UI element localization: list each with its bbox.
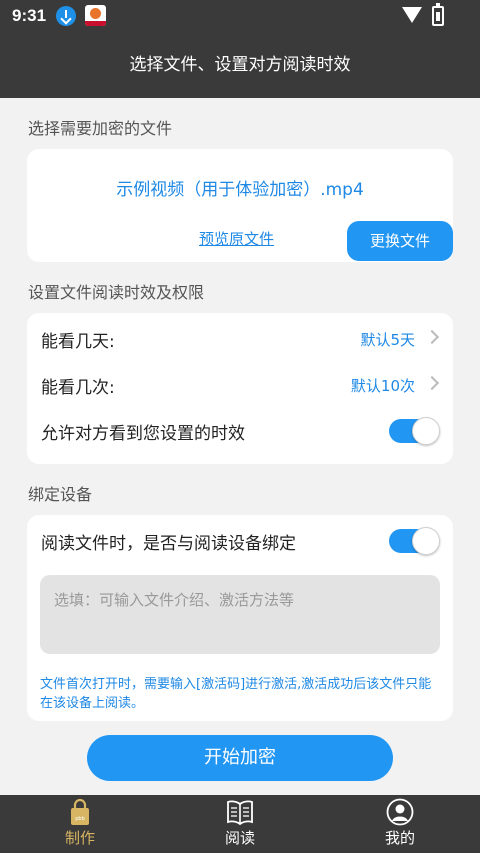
days-label: 能看几天: — [41, 332, 115, 352]
app-notification-icon — [85, 5, 106, 26]
change-file-button[interactable]: 更换文件 — [347, 221, 453, 261]
wifi-icon — [402, 7, 422, 23]
tab-mine[interactable]: 我的 — [350, 795, 450, 853]
times-label: 能看几次: — [41, 378, 115, 398]
bind-device-toggle[interactable] — [389, 527, 440, 555]
book-icon — [227, 800, 253, 826]
times-value: 默认10次 — [350, 377, 415, 395]
page-title: 选择文件、设置对方阅读时效 — [0, 32, 480, 98]
file-name: 示例视频（用于体验加密）.mp4 — [116, 180, 364, 200]
status-time: 9:31 — [12, 6, 47, 25]
status-bar: 9:31 — [0, 0, 480, 32]
limits-section-label: 设置文件阅读时效及权限 — [28, 283, 205, 302]
device-section-label: 绑定设备 — [28, 485, 93, 504]
toggle-knob — [412, 527, 440, 555]
allow-view-label: 允许对方看到您设置的时效 — [41, 424, 245, 444]
file-card: 示例视频（用于体验加密）.mp4 预览原文件 更换文件 — [27, 149, 453, 262]
bottom-nav: pbb 制作 阅读 我的 — [0, 795, 480, 853]
allow-view-toggle[interactable] — [389, 417, 440, 445]
start-encrypt-button[interactable]: 开始加密 — [87, 735, 393, 781]
file-section-label: 选择需要加密的文件 — [28, 119, 173, 138]
days-value: 默认5天 — [360, 331, 415, 349]
preview-file-link[interactable]: 预览原文件 — [199, 228, 274, 249]
svg-text:pbb: pbb — [75, 816, 85, 822]
tab-mine-label: 我的 — [384, 829, 415, 847]
lock-bag-icon: pbb — [71, 798, 89, 825]
tab-read[interactable]: 阅读 — [190, 795, 290, 853]
limits-card: 能看几天: 默认5天 能看几次: 默认10次 允许对方看到您设置的时效 — [27, 313, 453, 464]
download-icon — [56, 6, 76, 26]
note-input[interactable] — [40, 575, 440, 654]
days-row[interactable]: 能看几天: 默认5天 — [27, 315, 453, 361]
chevron-right-icon — [424, 375, 440, 391]
bind-device-label: 阅读文件时，是否与阅读设备绑定 — [41, 534, 296, 554]
times-row[interactable]: 能看几次: 默认10次 — [27, 361, 453, 407]
tab-make-label: 制作 — [64, 829, 95, 847]
tab-read-label: 阅读 — [224, 829, 255, 847]
activation-hint: 文件首次打开时，需要输入[激活码]进行激活,激活成功后该文件只能在该设备上阅读。 — [40, 677, 432, 711]
toggle-knob — [412, 417, 440, 445]
chevron-right-icon — [424, 329, 440, 345]
tab-make[interactable]: pbb 制作 — [30, 795, 130, 853]
battery-icon — [432, 3, 444, 26]
device-card: 阅读文件时，是否与阅读设备绑定 文件首次打开时，需要输入[激活码]进行激活,激活… — [27, 515, 453, 721]
user-icon — [386, 798, 414, 826]
